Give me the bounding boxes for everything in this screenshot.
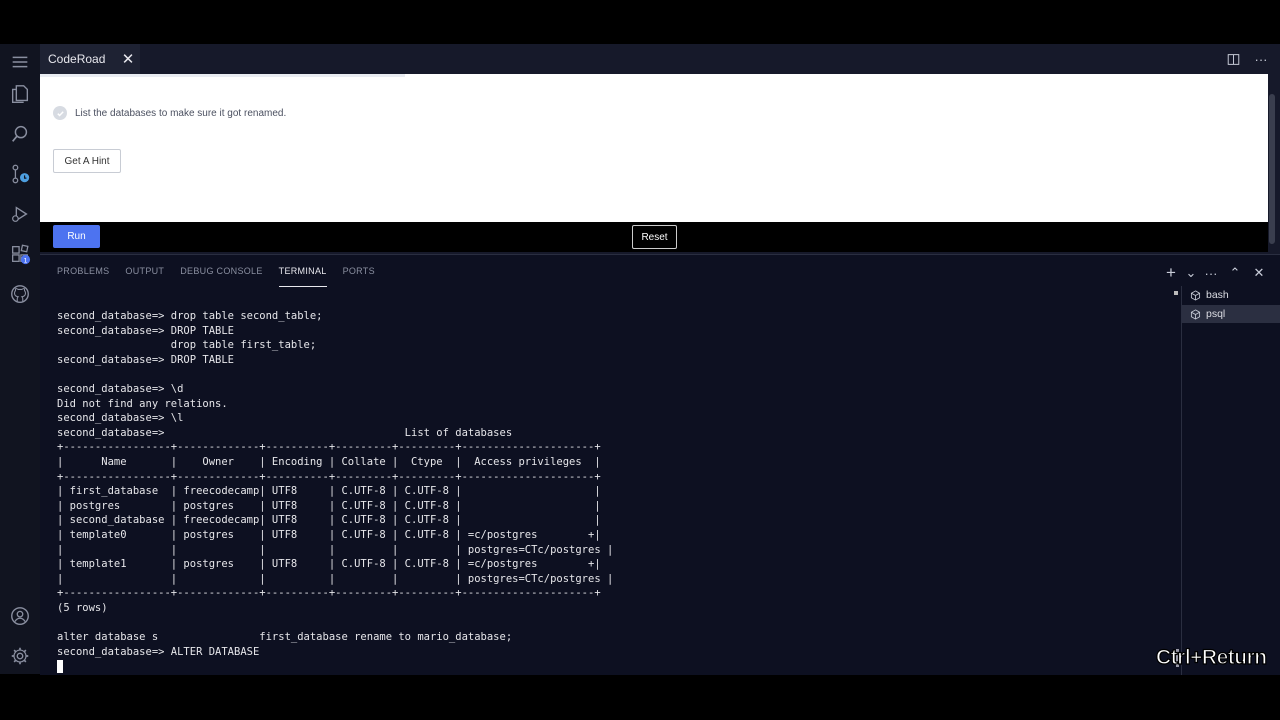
tab-terminal[interactable]: TERMINAL (278, 255, 327, 287)
coderoad-webview: List the databases to make sure it got r… (40, 74, 1268, 222)
terminal-text: second_database=> drop table second_tabl… (57, 310, 614, 658)
terminal-list: bash psql (1181, 286, 1280, 675)
tab-coderoad[interactable]: CodeRoad ✕ (40, 44, 140, 74)
tab-debug-console[interactable]: DEBUG CONSOLE (180, 255, 262, 287)
terminal-name: bash (1206, 289, 1229, 301)
explorer-icon[interactable] (8, 82, 32, 106)
vscode-window: 1 CodeRoad ✕ ··· List the databases to m… (0, 44, 1280, 675)
coderoad-action-bar: Run Reset (40, 222, 1268, 252)
panel-actions: + ⌄ ··· ⌃ ✕ (1162, 263, 1268, 282)
github-icon[interactable] (8, 282, 32, 306)
maximize-panel-icon[interactable]: ⌃ (1226, 264, 1244, 282)
get-hint-button[interactable]: Get A Hint (53, 149, 121, 173)
tab-output[interactable]: OUTPUT (125, 255, 164, 287)
tab-ports[interactable]: PORTS (343, 255, 375, 287)
add-terminal-icon[interactable]: + (1162, 263, 1180, 282)
activity-bar: 1 (0, 44, 40, 674)
svg-text:1: 1 (23, 256, 27, 264)
reset-button[interactable]: Reset (632, 225, 677, 249)
close-panel-icon[interactable]: ✕ (1250, 264, 1268, 282)
progress-strip (40, 74, 405, 77)
tab-problems[interactable]: PROBLEMS (57, 255, 109, 287)
scroll-marker (1174, 291, 1178, 295)
more-actions-icon[interactable]: ··· (1252, 50, 1270, 68)
check-circle-icon (53, 106, 67, 120)
editor-actions: ··· (1224, 50, 1270, 68)
webview-scrollbar[interactable] (1269, 94, 1275, 244)
split-editor-icon[interactable] (1224, 50, 1242, 68)
menu-icon[interactable] (8, 50, 32, 74)
bottom-panel: PROBLEMS OUTPUT DEBUG CONSOLE TERMINAL P… (40, 254, 1280, 675)
terminal-output[interactable]: second_database=> drop table second_tabl… (57, 309, 1167, 669)
task-text: List the databases to make sure it got r… (75, 107, 287, 119)
terminal-cursor (57, 660, 63, 673)
settings-icon[interactable] (8, 644, 32, 668)
source-control-icon[interactable] (8, 162, 32, 186)
tab-label: CodeRoad (48, 52, 106, 66)
account-icon[interactable] (8, 604, 32, 628)
chevron-down-icon[interactable]: ⌄ (1186, 264, 1197, 282)
task-item: List the databases to make sure it got r… (53, 106, 286, 120)
more-icon[interactable]: ··· (1202, 264, 1220, 282)
extensions-icon[interactable]: 1 (8, 242, 32, 266)
run-button[interactable]: Run (53, 225, 100, 248)
close-icon[interactable]: ✕ (116, 50, 140, 68)
terminal-item-psql[interactable]: psql (1182, 305, 1280, 323)
run-debug-icon[interactable] (8, 202, 32, 226)
keystroke-overlay: Ctrl+Return (1155, 645, 1267, 669)
panel-tabs: PROBLEMS OUTPUT DEBUG CONSOLE TERMINAL P… (57, 255, 375, 287)
editor-tab-bar: CodeRoad ✕ ··· (40, 44, 1280, 74)
search-icon[interactable] (8, 122, 32, 146)
terminal-item-bash[interactable]: bash (1182, 286, 1280, 304)
terminal-name: psql (1206, 308, 1226, 320)
cube-icon (1190, 289, 1202, 301)
cube-icon (1190, 308, 1202, 320)
